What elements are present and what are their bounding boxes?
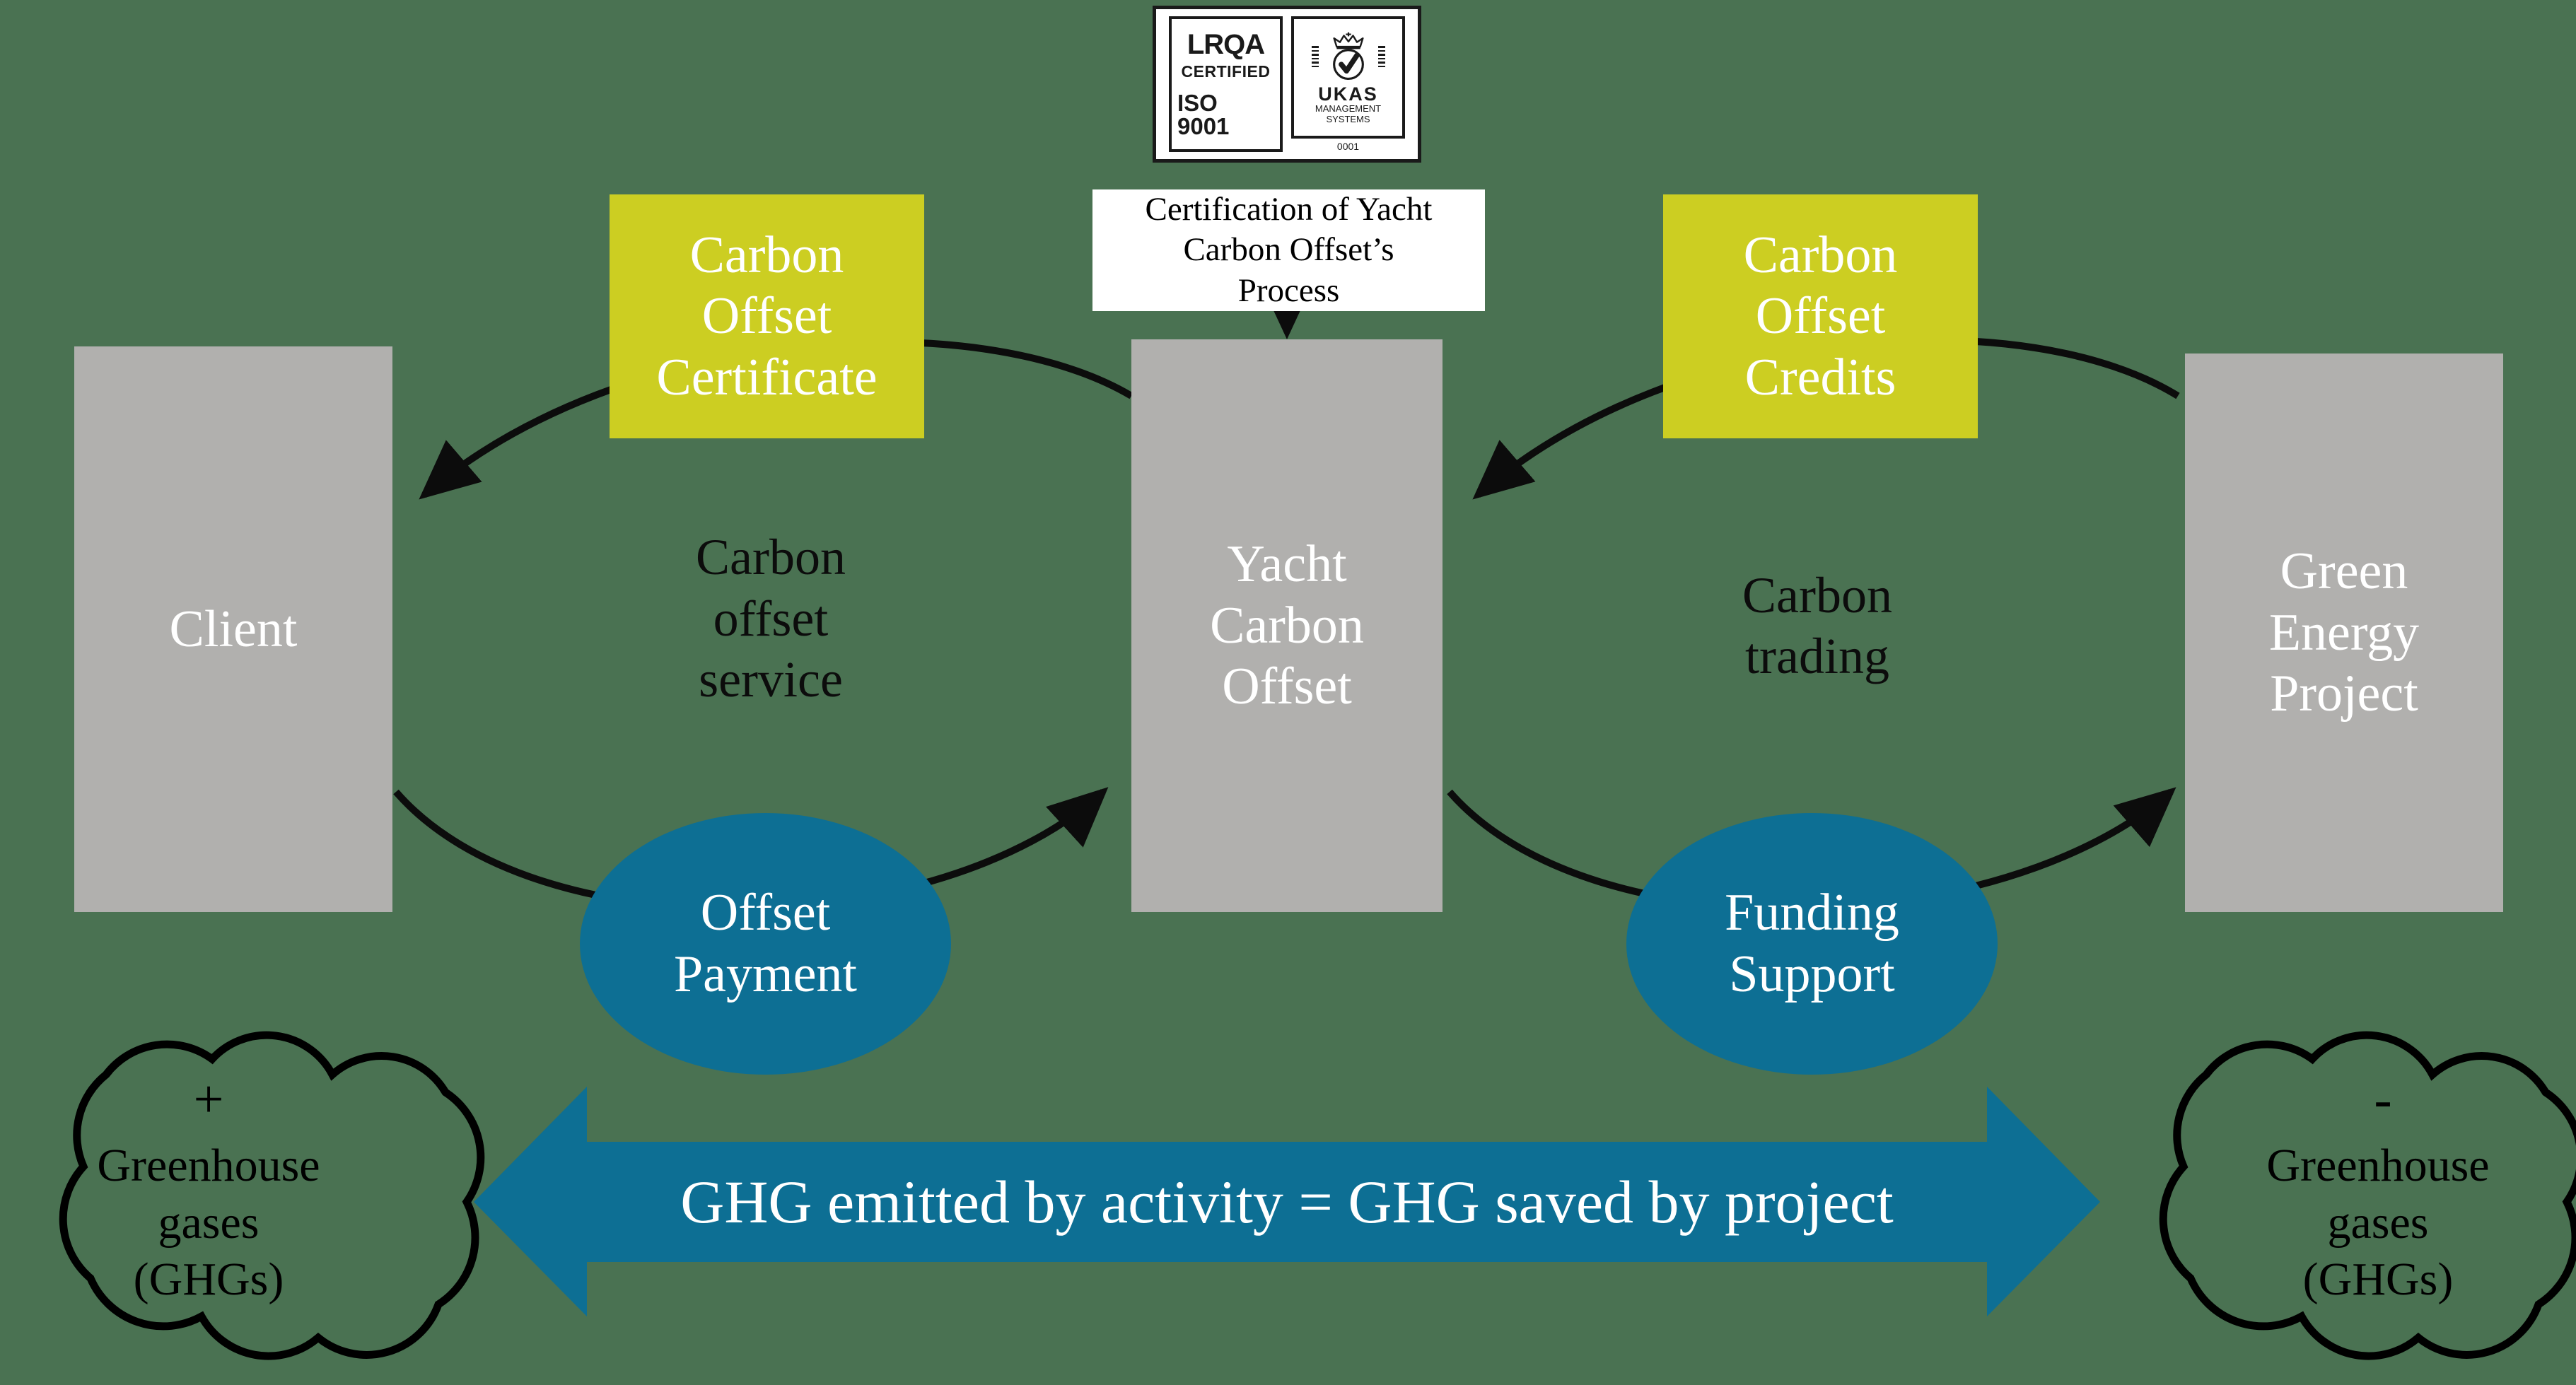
certification-note-line-3: Process [1237, 271, 1340, 309]
crown-checkmark-icon [1332, 33, 1364, 81]
funding-support-line-1: Funding [1725, 884, 1899, 942]
node-client-label: Client [169, 600, 298, 658]
diagram-canvas: Client Carbon Offset Certificate Carbon … [0, 0, 2576, 1385]
cloud-right-sign: - [2374, 1070, 2392, 1129]
ukas-management-text: MANAGEMENT [1315, 103, 1382, 115]
ukas-tick-left [1311, 46, 1319, 68]
lrqa-wordmark: LRQA [1187, 29, 1265, 60]
green-energy-line-3: Project [2270, 665, 2418, 723]
node-yacht-carbon-offset[interactable]: Yacht Carbon Offset [1131, 339, 1443, 912]
yacht-carbon-offset-line-3: Offset [1222, 658, 1352, 716]
node-certification-note[interactable]: Certification of Yacht Carbon Offset’s P… [1092, 189, 1485, 311]
lrqa-certified-text: CERTIFIED [1181, 62, 1271, 81]
certificate-line-1: Carbon [689, 226, 844, 284]
green-energy-line-2: Energy [2268, 603, 2420, 662]
carbon-offset-service-line-1: Carbon [696, 529, 846, 586]
cloud-left-label: Greenhouse gases (GHGs) [21, 1131, 396, 1315]
lrqa-panel: LRQA CERTIFIED ISO 9001 [1169, 16, 1283, 152]
node-offset-payment[interactable]: Offset Payment [580, 813, 951, 1075]
ukas-wordmark: UKAS [1318, 83, 1378, 105]
credits-line-1: Carbon [1743, 226, 1898, 284]
credits-line-3: Credits [1744, 348, 1896, 407]
ukas-panel-wrap: UKAS MANAGEMENT SYSTEMS 0001 [1291, 16, 1405, 152]
node-carbon-offset-credits[interactable]: Carbon Offset Credits [1663, 194, 1978, 438]
edge-label-carbon-trading: Carbon trading [1683, 559, 1952, 693]
certificate-line-2: Offset [701, 287, 832, 346]
cloud-right-label: Greenhouse gases (GHGs) [2191, 1131, 2565, 1315]
yacht-carbon-offset-line-2: Carbon [1210, 596, 1364, 655]
cloud-left-line-2: gases [158, 1196, 260, 1249]
ukas-crown-row [1311, 30, 1385, 83]
carbon-offset-service-line-3: service [699, 651, 843, 708]
certificate-line-3: Certificate [656, 348, 878, 407]
cloud-right-line-2: gases [2327, 1196, 2429, 1249]
ukas-accreditation-number: 0001 [1336, 141, 1360, 152]
ukas-systems-text: SYSTEMS [1326, 113, 1370, 124]
certification-note-line-2: Carbon Offset’s [1183, 231, 1394, 269]
credits-line-2: Offset [1755, 287, 1886, 346]
certification-note-line-1: Certification of Yacht [1145, 191, 1433, 228]
yacht-carbon-offset-line-1: Yacht [1227, 535, 1347, 594]
cloud-left-line-3: (GHGs) [133, 1253, 284, 1306]
node-carbon-offset-certificate[interactable]: Carbon Offset Certificate [610, 194, 924, 438]
ghg-balance-label: GHG emitted by activity = GHG saved by p… [680, 1168, 1894, 1236]
cloud-left-line-1: Greenhouse [97, 1140, 320, 1192]
node-green-energy-project[interactable]: Green Energy Project [2185, 353, 2503, 912]
ukas-panel: UKAS MANAGEMENT SYSTEMS [1291, 16, 1405, 139]
funding-support-line-2: Support [1729, 945, 1895, 1003]
carbon-trading-line-2: trading [1745, 628, 1889, 684]
carbon-trading-line-1: Carbon [1742, 566, 1892, 624]
cloud-right-line-3: (GHGs) [2302, 1253, 2454, 1306]
offset-payment-line-2: Payment [674, 945, 857, 1003]
cloud-right-line-1: Greenhouse [2266, 1140, 2490, 1192]
offset-payment-line-1: Offset [700, 884, 831, 942]
ukas-tick-right [1377, 46, 1385, 68]
certification-logo: LRQA CERTIFIED ISO 9001 UKAS MANAGEMENT … [1153, 6, 1421, 163]
node-client[interactable]: Client [74, 346, 392, 912]
edge-label-carbon-offset-service: Carbon offset service [636, 523, 905, 714]
cloud-left-sign: + [193, 1070, 224, 1129]
node-funding-support[interactable]: Funding Support [1626, 813, 1998, 1075]
carbon-offset-service-line-2: offset [713, 590, 829, 647]
green-energy-line-1: Green [2280, 542, 2408, 601]
iso-9001-text: ISO 9001 [1177, 90, 1230, 139]
